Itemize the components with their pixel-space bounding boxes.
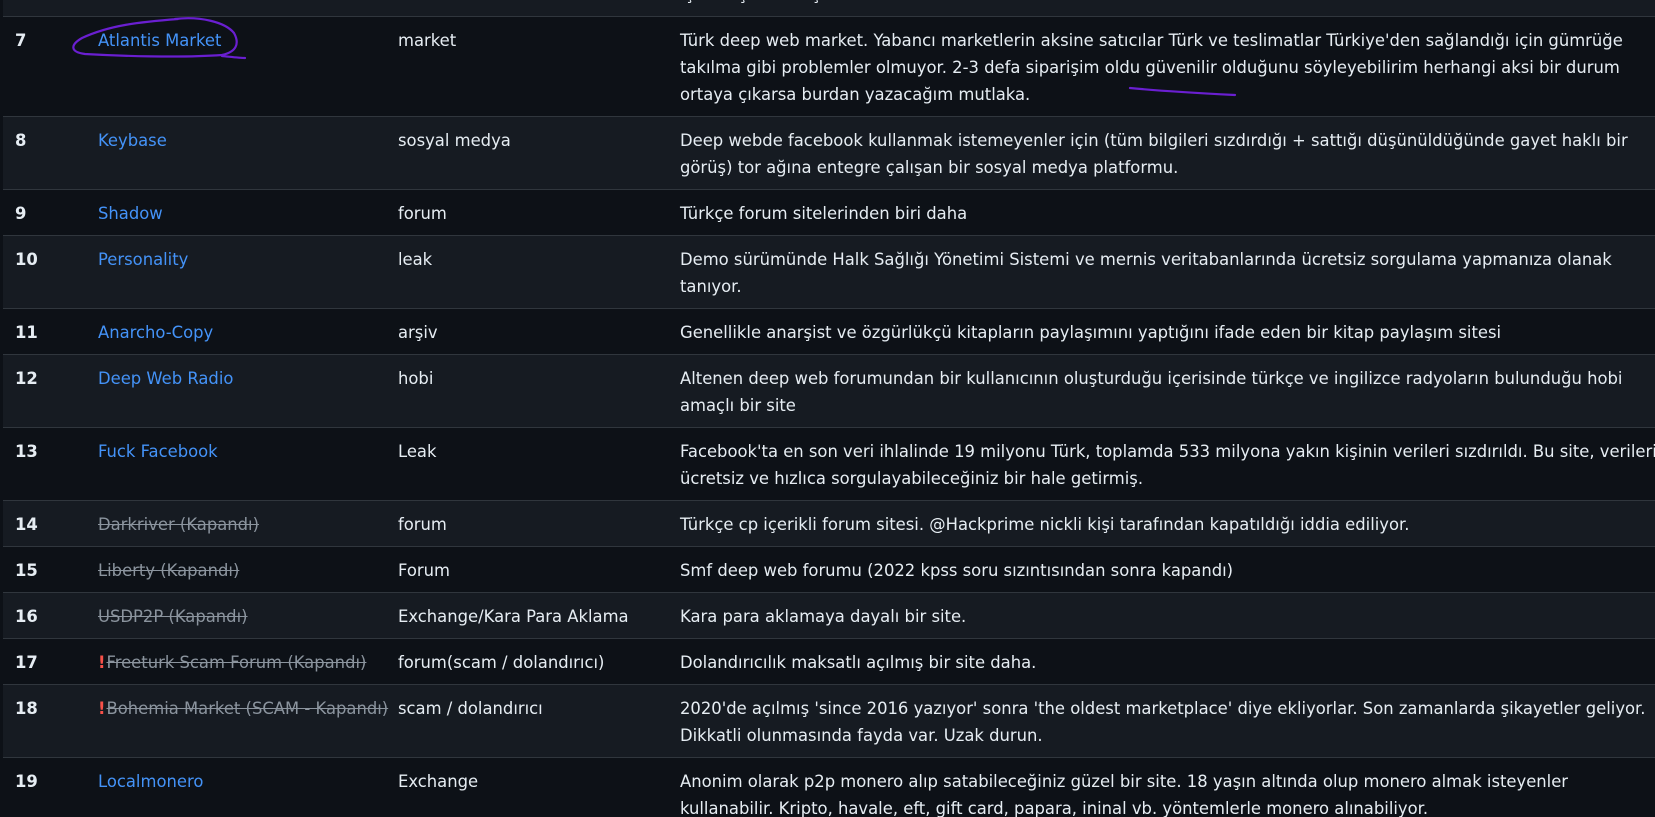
site-category: forum <box>398 189 680 236</box>
row-number: 8 <box>3 116 98 190</box>
onion-sites-table: için oluşturulmuş7Atlantis MarketmarketT… <box>3 0 1655 817</box>
site-description: Demo sürümünde Halk Sağlığı Yönetimi Sis… <box>680 235 1655 309</box>
row-number: 13 <box>3 427 98 501</box>
table-row: 14 Darkriver (Kapandı) forum Türkçe cp içer… <box>3 500 1655 547</box>
table-row: 10 Personality leak Demo sürümünde Halk Sağ… <box>3 235 1655 309</box>
row-number: 19 <box>3 757 98 817</box>
row-number: 7 <box>3 16 98 117</box>
table-row: 18 !Bohemia Market (SCAM - Kapandı) scam /… <box>3 684 1655 758</box>
site-link[interactable]: Liberty (Kapandı) <box>98 561 239 580</box>
site-name-cell: !Freeturk Scam Forum (Kapandı) <box>98 638 398 685</box>
site-name-cell: Keybase <box>98 116 398 190</box>
site-name-cell: Liberty (Kapandı) <box>98 546 398 593</box>
table-row: 7 Atlantis Market market Türk deep web mark… <box>3 16 1655 117</box>
table-row: için oluşturulmuş <box>3 0 1655 17</box>
row-number: 9 <box>3 189 98 236</box>
warning-icon: ! <box>98 699 106 718</box>
site-description: Türkçe forum sitelerinden biri daha <box>680 189 1655 236</box>
site-category: forum(scam / dolandırıcı) <box>398 638 680 685</box>
site-description: Dolandırıcılık maksatlı açılmış bir site… <box>680 638 1655 685</box>
table-row: 12 Deep Web Radio hobi Altenen deep web for… <box>3 354 1655 428</box>
site-category: scam / dolandırıcı <box>398 684 680 758</box>
site-description: Anonim olarak p2p monero alıp satabilece… <box>680 757 1655 817</box>
site-link[interactable]: Keybase <box>98 131 167 150</box>
table-row: 17 !Freeturk Scam Forum (Kapandı) forum(sc… <box>3 638 1655 685</box>
table-body: için oluşturulmuş7Atlantis MarketmarketT… <box>3 0 1655 817</box>
site-category: market <box>398 16 680 117</box>
site-category: Exchange <box>398 757 680 817</box>
site-link[interactable]: USDP2P (Kapandı) <box>98 607 248 626</box>
row-number: 18 <box>3 684 98 758</box>
site-link[interactable]: Deep Web Radio <box>98 369 233 388</box>
site-description: Genellikle anarşist ve özgürlükçü kitapl… <box>680 308 1655 355</box>
site-name-cell: Anarcho-Copy <box>98 308 398 355</box>
row-number: 14 <box>3 500 98 547</box>
site-category: leak <box>398 235 680 309</box>
site-description: Altenen deep web forumundan bir kullanıc… <box>680 354 1655 428</box>
row-number: 11 <box>3 308 98 355</box>
row-number: 10 <box>3 235 98 309</box>
table-row: 16 USDP2P (Kapandı) Exchange/Kara Para Akl… <box>3 592 1655 639</box>
site-name-cell: Shadow <box>98 189 398 236</box>
site-link[interactable]: Anarcho-Copy <box>98 323 213 342</box>
site-category: sosyal medya <box>398 116 680 190</box>
site-link[interactable]: Localmonero <box>98 772 203 791</box>
row-number: 17 <box>3 638 98 685</box>
site-link[interactable]: Darkriver (Kapandı) <box>98 515 259 534</box>
site-description: Deep webde facebook kullanmak istemeyenl… <box>680 116 1655 190</box>
site-name-cell: Darkriver (Kapandı) <box>98 500 398 547</box>
row-number: 15 <box>3 546 98 593</box>
site-category: forum <box>398 500 680 547</box>
site-link[interactable]: Fuck Facebook <box>98 442 218 461</box>
site-name-cell: Atlantis Market <box>98 16 398 117</box>
site-category: arşiv <box>398 308 680 355</box>
site-name-cell: USDP2P (Kapandı) <box>98 592 398 639</box>
site-description: Facebook'ta en son veri ihlalinde 19 mil… <box>680 427 1655 501</box>
site-description: için oluşturulmuş <box>680 0 1655 17</box>
site-name-cell: Fuck Facebook <box>98 427 398 501</box>
site-name-cell: Personality <box>98 235 398 309</box>
site-link[interactable]: Bohemia Market (SCAM - Kapandı) <box>106 699 388 718</box>
site-category: Forum <box>398 546 680 593</box>
site-category: Exchange/Kara Para Aklama <box>398 592 680 639</box>
site-name-cell: Localmonero <box>98 757 398 817</box>
table-row: 8 Keybase sosyal medya Deep webde facebook … <box>3 116 1655 190</box>
site-description: Kara para aklamaya dayalı bir site. <box>680 592 1655 639</box>
site-link[interactable]: Freeturk Scam Forum (Kapandı) <box>106 653 366 672</box>
site-link[interactable]: Personality <box>98 250 188 269</box>
page: için oluşturulmuş7Atlantis MarketmarketT… <box>0 0 1655 817</box>
site-name-cell <box>98 0 398 17</box>
site-category <box>398 0 680 17</box>
table-row: 11 Anarcho-Copy arşiv Genellikle anarşist v… <box>3 308 1655 355</box>
table-row: 9 Shadow forum Türkçe forum sitelerinden bi… <box>3 189 1655 236</box>
row-number: 12 <box>3 354 98 428</box>
warning-icon: ! <box>98 653 106 672</box>
row-number: 16 <box>3 592 98 639</box>
site-description: 2020'de açılmış 'since 2016 yazıyor' son… <box>680 684 1655 758</box>
site-link[interactable]: Atlantis Market <box>98 31 221 50</box>
site-description: Türkçe cp içerikli forum sitesi. @Hackpr… <box>680 500 1655 547</box>
table-row: 13 Fuck Facebook Leak Facebook'ta en son ve… <box>3 427 1655 501</box>
site-name-cell: Deep Web Radio <box>98 354 398 428</box>
table-row: 19 Localmonero Exchange Anonim olarak p2p m… <box>3 757 1655 817</box>
row-number <box>3 0 98 17</box>
site-description: Türk deep web market. Yabancı marketleri… <box>680 16 1655 117</box>
site-category: Leak <box>398 427 680 501</box>
site-link[interactable]: Shadow <box>98 204 163 223</box>
site-description: Smf deep web forumu (2022 kpss soru sızı… <box>680 546 1655 593</box>
table-row: 15 Liberty (Kapandı) Forum Smf deep web for… <box>3 546 1655 593</box>
site-name-cell: !Bohemia Market (SCAM - Kapandı) <box>98 684 398 758</box>
site-category: hobi <box>398 354 680 428</box>
